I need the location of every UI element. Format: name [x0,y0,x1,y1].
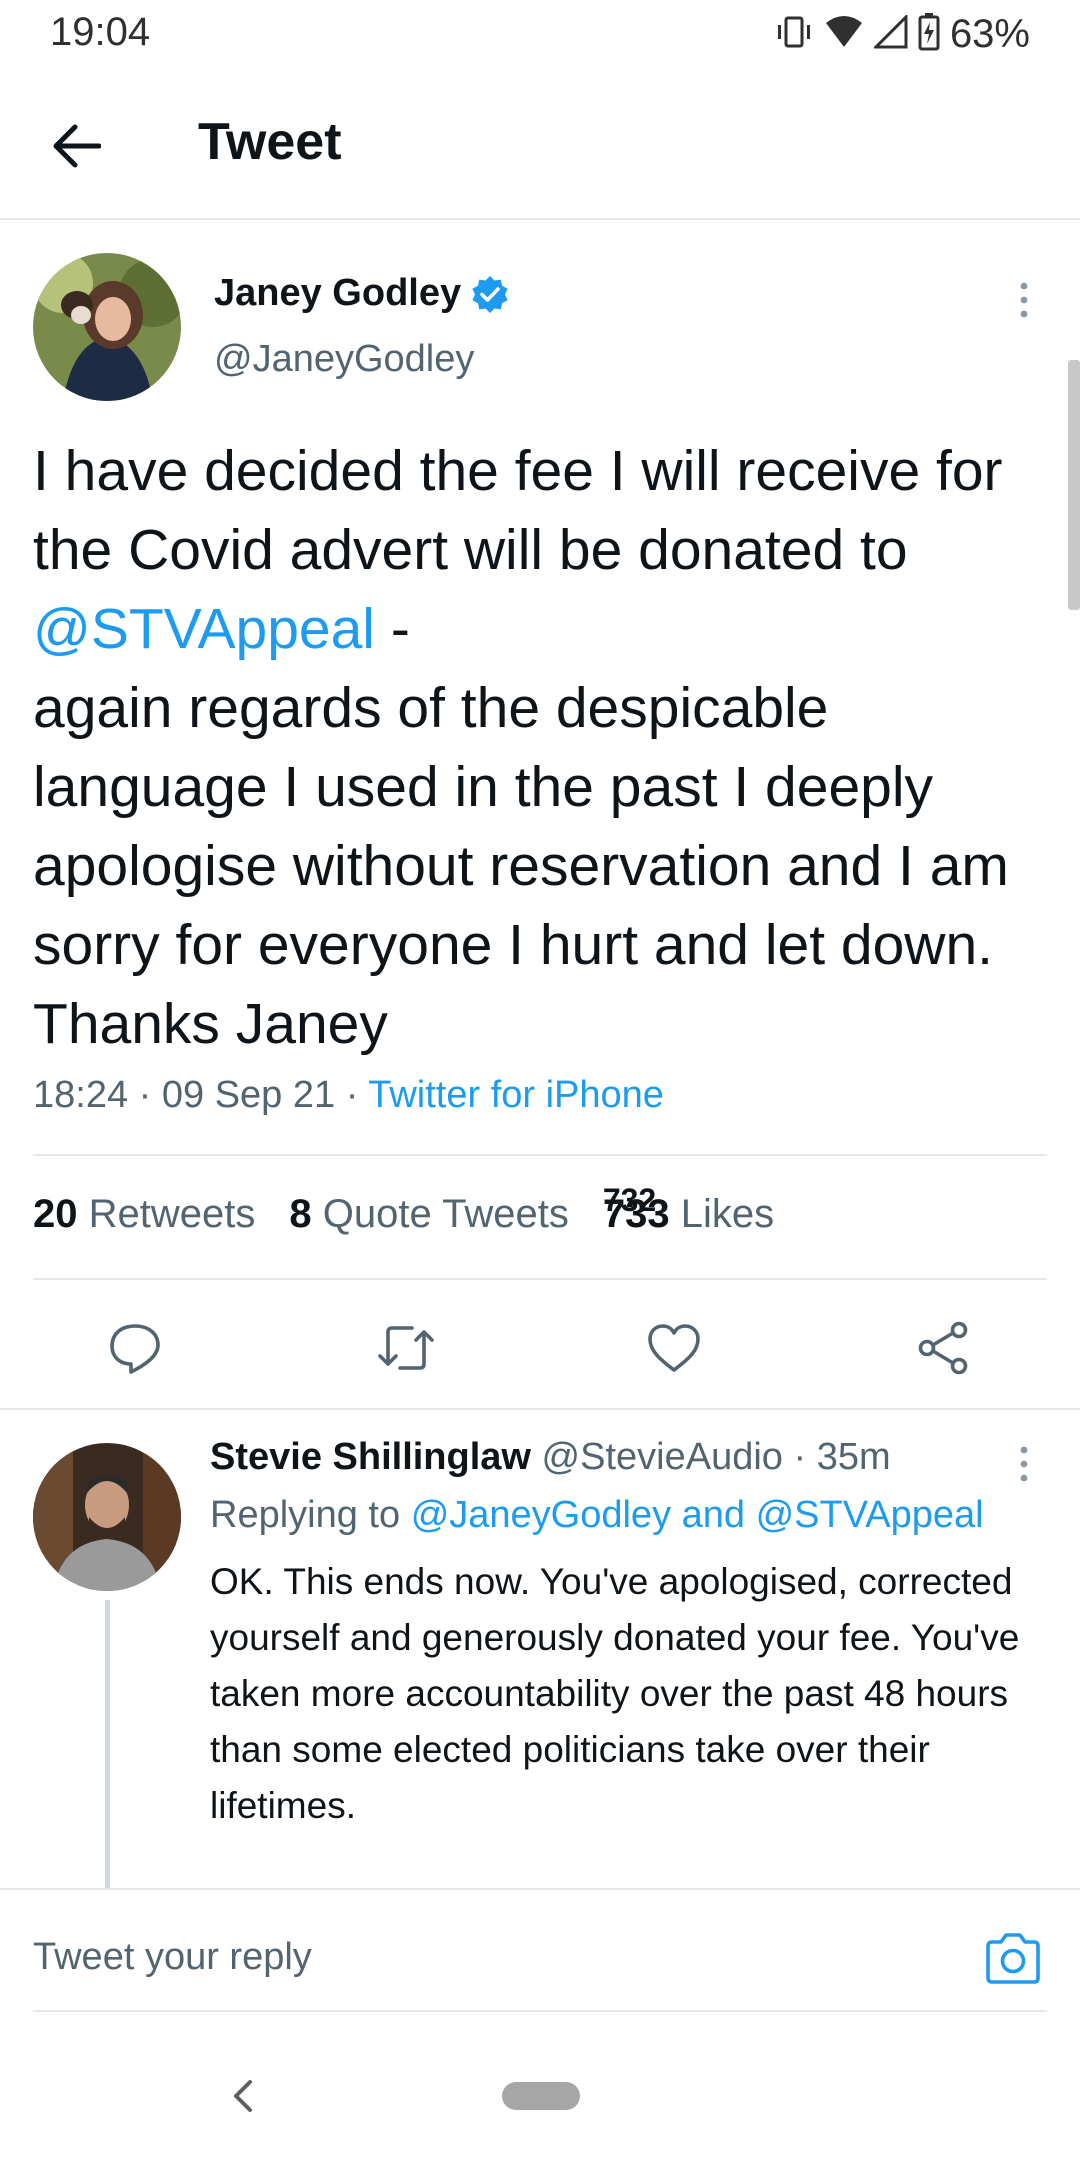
divider [33,1154,1047,1156]
vibrate-icon [774,15,814,54]
retweet-button[interactable] [376,1320,434,1376]
retweets-stat[interactable]: 20 Retweets [33,1192,255,1237]
tweet-meta: 18:24 · 09 Sep 21 · Twitter for iPhone [33,1074,664,1116]
tweet-text-part2: - [374,597,410,661]
tweet-date: 09 Sep 21 [161,1074,336,1116]
divider [33,1278,1047,1280]
divider [0,1408,1080,1410]
reply-input[interactable]: Tweet your reply [33,1936,312,1979]
like-button[interactable] [646,1320,702,1376]
avatar[interactable] [33,253,181,401]
tweet-source-link[interactable]: Twitter for iPhone [368,1074,664,1116]
tweet-text-part3: again regards of the despicable language… [33,676,1009,1056]
retweets-count: 20 [33,1192,78,1236]
quotes-count: 8 [289,1192,312,1236]
replying-to-users-link[interactable]: @JaneyGodley and @STVAppeal [411,1494,984,1536]
author-handle[interactable]: @JaneyGodley [214,338,474,381]
author-name-text: Janey Godley [214,272,462,314]
tweet-stats: 20 Retweets 8 Quote Tweets 732 733 Likes [33,1182,775,1237]
more-options-button[interactable] [1010,280,1038,320]
author-name[interactable]: Janey Godley [214,272,509,315]
reply-button[interactable] [107,1320,163,1376]
verified-badge-icon [472,275,508,313]
thread-line [105,1600,110,1890]
mention-link[interactable]: @STVAppeal [33,597,375,661]
status-bar: 19:04 63% [0,0,1080,66]
likes-stat[interactable]: 732 733 Likes [603,1182,775,1237]
battery-charging-icon [918,12,940,56]
chevron-left-icon [234,2080,252,2112]
reply-header: Stevie Shillinglaw @StevieAudio · 35m [210,1436,891,1478]
retweet-icon [378,1326,434,1370]
reply-text: OK. This ends now. You've apologised, co… [210,1561,1020,1826]
share-icon [918,1321,968,1375]
back-arrow-icon [53,124,101,168]
replying-to-label: Replying to [210,1494,401,1536]
battery-percent: 63% [949,11,1030,56]
quotes-label: Quote Tweets [322,1192,569,1236]
back-button[interactable] [44,116,108,176]
reply-icon [110,1324,160,1374]
likes-label: Likes [680,1192,775,1236]
status-icons: 63% [774,12,1030,56]
reply-more-options-button[interactable] [1010,1444,1038,1484]
reply-author-name[interactable]: Stevie Shillinglaw [210,1436,531,1478]
system-home-pill[interactable] [502,2082,580,2110]
tweet-actions [0,1300,1080,1390]
retweets-label: Retweets [88,1192,256,1236]
scrollbar[interactable] [1068,360,1080,610]
page-title: Tweet [198,113,342,171]
wifi-icon [824,15,864,54]
signal-icon [872,12,908,54]
reply-age: 35m [816,1436,891,1478]
tweet-text-part1: I have decided the fee I will receive fo… [33,439,1003,582]
reply-avatar[interactable] [33,1443,181,1591]
tweet-text: I have decided the fee I will receive fo… [33,432,1043,1064]
likes-count-old: 732 [602,1182,657,1218]
divider [33,2010,1047,2012]
divider [0,1888,1080,1890]
top-bar: Tweet [0,66,1080,220]
status-time: 19:04 [50,10,151,54]
like-icon [648,1324,700,1372]
camera-icon [986,1933,1040,1984]
reply-author-handle[interactable]: @StevieAudio [542,1436,783,1478]
system-back-button[interactable] [222,2072,262,2120]
quotes-stat[interactable]: 8 Quote Tweets [289,1192,568,1237]
share-button[interactable] [915,1320,971,1376]
more-vertical-icon [1020,1446,1028,1482]
replying-to: Replying to @JaneyGodley and @STVAppeal [210,1494,984,1537]
tweet-time: 18:24 [33,1074,129,1116]
more-vertical-icon [1020,282,1028,318]
camera-button[interactable] [982,1928,1044,1990]
